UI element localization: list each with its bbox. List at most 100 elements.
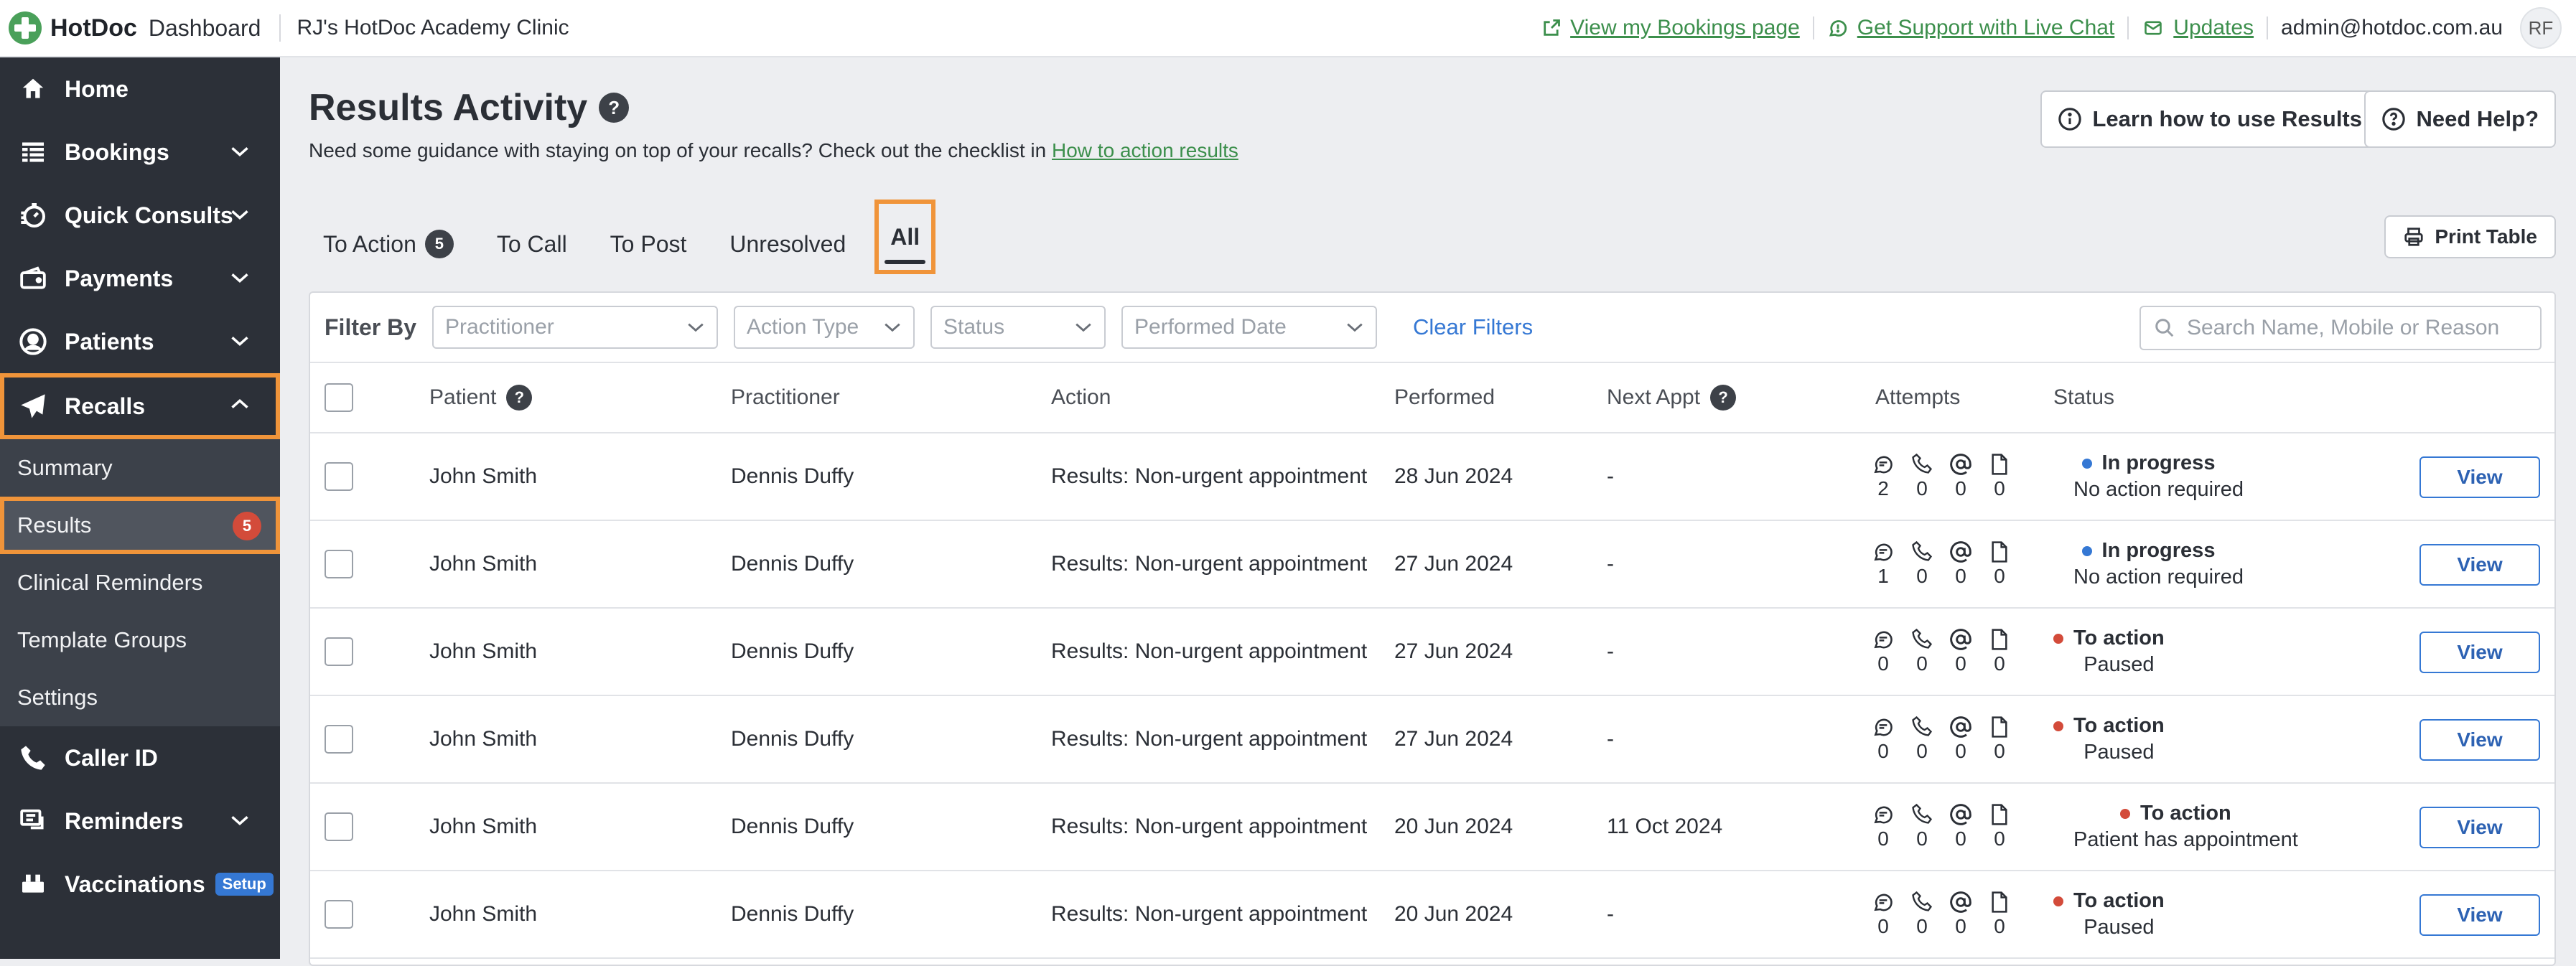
practitioner-select[interactable]: Practitioner (432, 306, 719, 349)
tab-to-action[interactable]: To Action 5 (323, 208, 454, 280)
row-checkbox[interactable] (325, 725, 353, 754)
patient-name[interactable]: John Smith (429, 696, 537, 782)
tab-all[interactable]: All (874, 200, 936, 274)
table-row[interactable]: John Smith Dennis Duffy Results: Non-urg… (310, 696, 2554, 784)
chevron-up-icon (231, 398, 248, 408)
view-button[interactable]: View (2419, 456, 2540, 498)
view-bookings-link[interactable]: View my Bookings page (1541, 16, 1800, 40)
sidebar-item-patients[interactable]: Patients (0, 310, 280, 373)
sidebar-item-reminders[interactable]: Reminders (0, 789, 280, 853)
call-attempts: 0 (1916, 477, 1928, 500)
patient-name[interactable]: John Smith (429, 784, 537, 870)
sms-icon (1864, 628, 1903, 651)
print-table-button[interactable]: Print Table (2384, 215, 2556, 258)
updates-link[interactable]: Updates (2142, 16, 2254, 40)
row-checkbox[interactable] (325, 637, 353, 666)
status-detail: No action required (2073, 566, 2244, 588)
row-checkbox-cell (325, 871, 353, 957)
clear-filters-button[interactable]: Clear Filters (1413, 314, 1533, 340)
subitem-label: Results (17, 512, 92, 538)
message-icon (17, 805, 49, 837)
stopwatch-icon (17, 200, 49, 231)
sms-attempts: 1 (1877, 565, 1889, 587)
email-at-icon (1941, 628, 1980, 651)
table-row[interactable]: John Smith Dennis Duffy Results: Non-urg… (310, 433, 2554, 521)
subitem-label: Settings (17, 685, 98, 710)
patient-name[interactable]: John Smith (429, 521, 537, 607)
patient-name[interactable]: John Smith (429, 433, 537, 520)
learn-results-button[interactable]: Learn how to use Results (2040, 90, 2379, 148)
how-to-action-results-link[interactable]: How to action results (1052, 139, 1238, 161)
row-checkbox[interactable] (325, 900, 353, 929)
table-body: John Smith Dennis Duffy Results: Non-urg… (310, 433, 2554, 959)
select-value: Status (943, 315, 1005, 339)
header-performed[interactable]: Performed (1394, 363, 1495, 432)
patient-name[interactable]: John Smith (429, 609, 537, 695)
sidebar-subitem-results[interactable]: Results 5 (0, 497, 280, 554)
help-question-icon[interactable]: ? (599, 93, 630, 123)
sidebar-subitem-settings[interactable]: Settings (0, 669, 280, 726)
view-button[interactable]: View (2419, 719, 2540, 761)
row-checkbox[interactable] (325, 812, 353, 841)
performed-date-select[interactable]: Performed Date (1121, 306, 1378, 349)
sidebar-item-payments[interactable]: Payments (0, 247, 280, 310)
action-type-select[interactable]: Action Type (734, 306, 915, 349)
hotdoc-logo[interactable]: HotDoc Dashboard (9, 11, 261, 44)
status-select[interactable]: Status (930, 306, 1106, 349)
chevron-down-icon (1347, 323, 1363, 332)
tab-to-post[interactable]: To Post (610, 208, 687, 280)
sidebar-item-label: Home (65, 75, 129, 102)
sidebar-item-vaccinations[interactable]: Vaccinations Setup (0, 853, 280, 916)
header-action[interactable]: Action (1051, 363, 1111, 432)
letter-icon (1980, 453, 2019, 476)
select-all-checkbox[interactable] (325, 383, 353, 412)
header-practitioner[interactable]: Practitioner (731, 363, 840, 432)
live-chat-link[interactable]: Get Support with Live Chat (1827, 16, 2114, 40)
letter-attempts: 0 (1994, 652, 2005, 675)
phone-icon (1903, 803, 1941, 826)
table-row[interactable]: John Smith Dennis Duffy Results: Non-urg… (310, 521, 2554, 609)
table-row[interactable]: John Smith Dennis Duffy Results: Non-urg… (310, 609, 2554, 696)
divider (2267, 17, 2269, 39)
view-button[interactable]: View (2419, 894, 2540, 936)
row-checkbox[interactable] (325, 550, 353, 578)
tab-unresolved[interactable]: Unresolved (729, 208, 846, 280)
chevron-down-icon (885, 323, 900, 332)
calendar-grid-icon (17, 136, 49, 168)
header-status[interactable]: Status (2053, 363, 2114, 432)
sidebar-subitem-clinical-reminders[interactable]: Clinical Reminders (0, 554, 280, 611)
vaccine-icon (17, 868, 49, 900)
view-button[interactable]: View (2419, 632, 2540, 673)
need-help-button[interactable]: Need Help? (2364, 90, 2556, 148)
next-appt-help-icon[interactable]: ? (1710, 385, 1737, 411)
sidebar-item-recalls[interactable]: Recalls (0, 373, 280, 439)
search-placeholder: Search Name, Mobile or Reason (2187, 316, 2500, 339)
patient-help-icon[interactable]: ? (506, 385, 533, 411)
table-row[interactable]: John Smith Dennis Duffy Results: Non-urg… (310, 784, 2554, 871)
view-button[interactable]: View (2419, 807, 2540, 848)
sidebar-item-caller-id[interactable]: Caller ID (0, 726, 280, 789)
sidebar-subitem-summary[interactable]: Summary (0, 439, 280, 497)
status-cell: To action Paused (2053, 696, 2165, 782)
search-input[interactable]: Search Name, Mobile or Reason (2139, 306, 2542, 350)
view-button[interactable]: View (2419, 544, 2540, 586)
avatar[interactable]: RF (2520, 7, 2562, 49)
attempts-cell: 1 0 0 0 (1864, 521, 2019, 607)
performed-date: 28 Jun 2024 (1394, 464, 1513, 488)
header-next-appt[interactable]: Next Appt ? (1607, 363, 1737, 432)
header-patient[interactable]: Patient ? (429, 363, 533, 432)
email-at-icon (1941, 803, 1980, 826)
next-appt: - (1607, 552, 1614, 576)
page-title: Results Activity (309, 87, 588, 128)
sidebar-subitem-template-groups[interactable]: Template Groups (0, 611, 280, 669)
chevron-down-icon (231, 147, 248, 157)
patient-name[interactable]: John Smith (429, 871, 537, 957)
table-row[interactable]: John Smith Dennis Duffy Results: Non-urg… (310, 871, 2554, 959)
sidebar-item-bookings[interactable]: Bookings (0, 121, 280, 184)
call-attempts: 0 (1916, 565, 1928, 587)
sidebar-item-home[interactable]: Home (0, 57, 280, 121)
row-checkbox[interactable] (325, 462, 353, 491)
chevron-down-icon (231, 337, 248, 347)
tab-to-call[interactable]: To Call (497, 208, 567, 280)
sidebar-item-quick-consults[interactable]: Quick Consults (0, 184, 280, 247)
